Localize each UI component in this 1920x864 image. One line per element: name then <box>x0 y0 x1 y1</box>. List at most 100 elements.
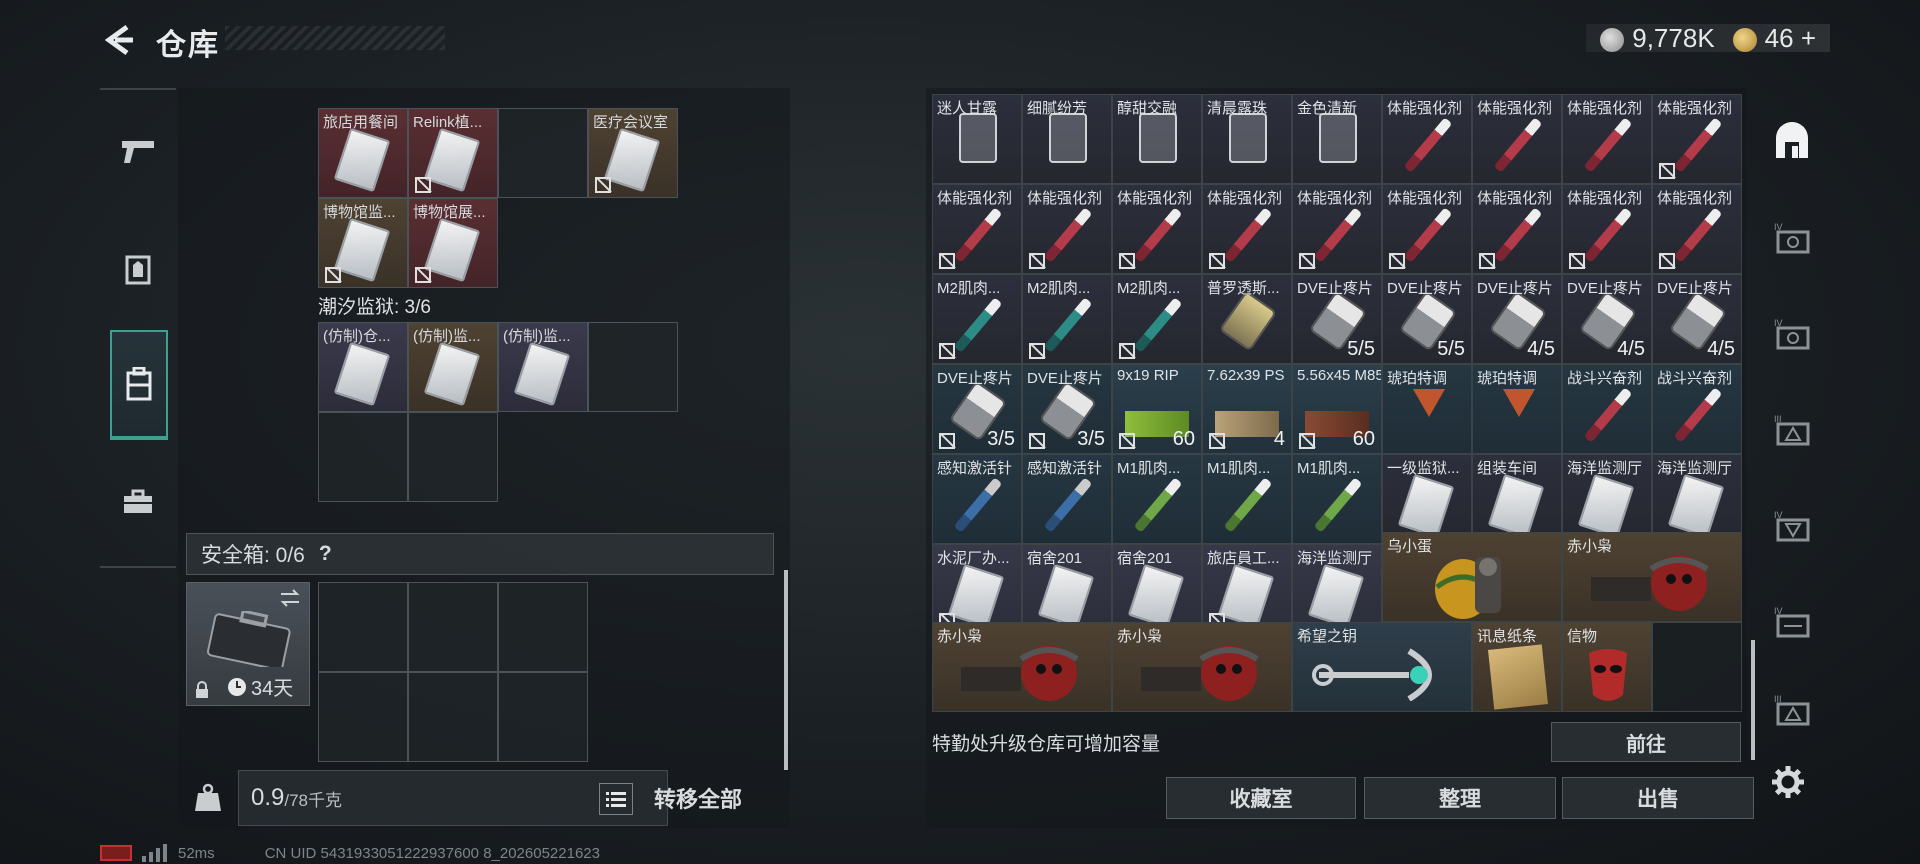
warehouse-item[interactable]: 琥珀特调 <box>1382 364 1472 454</box>
safe-slot[interactable] <box>498 672 588 762</box>
collection-button[interactable]: 收藏室 <box>1166 777 1356 819</box>
warehouse-item[interactable]: 水泥厂办... <box>932 544 1022 634</box>
add-currency-icon[interactable]: + <box>1801 23 1816 53</box>
silver-currency[interactable]: 9,778K <box>1600 23 1715 54</box>
warehouse-item[interactable]: M2肌肉... <box>932 274 1022 364</box>
warehouse-item[interactable]: M2肌肉... <box>1022 274 1112 364</box>
warehouse-item[interactable]: 海洋监测厅 <box>1652 454 1742 544</box>
item-note[interactable]: 讯息纸条 <box>1472 622 1562 712</box>
warehouse-item[interactable]: 宿舍201 <box>1112 544 1202 634</box>
gold-currency[interactable]: 46 + <box>1732 23 1816 54</box>
warehouse-item[interactable]: 体能强化剂 <box>1562 184 1652 274</box>
nav-backpack[interactable] <box>110 330 168 440</box>
warehouse-scrollbar[interactable] <box>1751 640 1755 760</box>
item-egg[interactable]: 乌小蛋 <box>1382 532 1562 622</box>
warehouse-item[interactable]: 体能强化剂 <box>1472 94 1562 184</box>
warehouse-tab-main[interactable] <box>1770 120 1814 164</box>
warehouse-item[interactable]: 体能强化剂 <box>1022 184 1112 274</box>
swap-icon[interactable] <box>279 589 301 607</box>
warehouse-item[interactable]: 琥珀特调 <box>1472 364 1562 454</box>
item-key[interactable]: 希望之钥 <box>1292 622 1472 712</box>
item-owl[interactable]: 赤小枭 <box>1562 532 1742 622</box>
warehouse-item[interactable]: 体能强化剂 <box>1112 184 1202 274</box>
warehouse-item[interactable]: 9x19 RIP 60 <box>1112 364 1202 454</box>
warehouse-item[interactable]: 战斗兴奋剂 <box>1562 364 1652 454</box>
warehouse-item[interactable]: M1肌肉... <box>1202 454 1292 544</box>
inventory-slot[interactable]: (仿制)仓... <box>318 322 408 412</box>
inventory-slot[interactable]: Relink植... <box>408 108 498 198</box>
warehouse-tab-3b[interactable]: III <box>1770 688 1814 732</box>
warehouse-item[interactable]: 海洋监测厅 <box>1562 454 1652 544</box>
warehouse-item[interactable]: 7.62x39 PS 4 <box>1202 364 1292 454</box>
warehouse-item[interactable]: 体能强化剂 <box>1652 184 1742 274</box>
item-owl[interactable]: 赤小枭 <box>1112 622 1292 712</box>
sell-button[interactable]: 出售 <box>1562 777 1754 819</box>
inventory-slot-empty[interactable] <box>588 322 678 412</box>
warehouse-item[interactable]: 体能强化剂 <box>1562 94 1652 184</box>
warehouse-item[interactable]: DVE止疼片 4/5 <box>1562 274 1652 364</box>
warehouse-item[interactable]: 宿舍201 <box>1022 544 1112 634</box>
inventory-slot[interactable]: (仿制)监... <box>498 322 588 412</box>
nav-case[interactable] <box>110 474 166 530</box>
warehouse-tab-4b[interactable]: IV <box>1770 312 1814 356</box>
safe-slot[interactable] <box>498 582 588 672</box>
warehouse-item[interactable]: M2肌肉... <box>1112 274 1202 364</box>
warehouse-item[interactable]: M1肌肉... <box>1292 454 1382 544</box>
settings-button[interactable] <box>1768 762 1808 802</box>
warehouse-item[interactable]: 体能强化剂 <box>1292 184 1382 274</box>
sort-button[interactable]: 整理 <box>1364 777 1556 819</box>
warehouse-tab-3[interactable]: III <box>1770 408 1814 452</box>
warehouse-item[interactable]: 5.56x45 M855 60 <box>1292 364 1382 454</box>
safe-slot[interactable] <box>408 672 498 762</box>
inventory-slot[interactable]: 博物馆监... <box>318 198 408 288</box>
warehouse-item[interactable]: DVE止疼片 4/5 <box>1472 274 1562 364</box>
warehouse-item[interactable]: M1肌肉... <box>1112 454 1202 544</box>
warehouse-item[interactable]: 一级监狱... <box>1382 454 1472 544</box>
nav-armor[interactable] <box>110 242 166 298</box>
warehouse-item[interactable]: 体能强化剂 <box>1652 94 1742 184</box>
warehouse-item[interactable]: DVE止疼片 4/5 <box>1652 274 1742 364</box>
inventory-slot-empty[interactable] <box>498 108 588 198</box>
inventory-slot[interactable]: 医疗会议室 <box>588 108 678 198</box>
warehouse-item[interactable]: DVE止疼片 3/5 <box>932 364 1022 454</box>
warehouse-item[interactable]: 细腻纷芳 <box>1022 94 1112 184</box>
warehouse-slot-empty[interactable] <box>1652 622 1742 712</box>
warehouse-item[interactable]: DVE止疼片 5/5 <box>1292 274 1382 364</box>
transfer-all-button[interactable]: 转移全部 <box>618 770 778 826</box>
nav-weapons[interactable] <box>110 124 166 180</box>
inventory-slot[interactable]: 旅店用餐间 <box>318 108 408 198</box>
left-scrollbar[interactable] <box>784 570 788 770</box>
warehouse-item[interactable]: 金色清新 <box>1292 94 1382 184</box>
inventory-slot-empty[interactable] <box>408 412 498 502</box>
warehouse-item[interactable]: DVE止疼片 3/5 <box>1022 364 1112 454</box>
safe-slot[interactable] <box>408 582 498 672</box>
goto-button[interactable]: 前往 <box>1551 722 1741 762</box>
warehouse-item[interactable]: DVE止疼片 5/5 <box>1382 274 1472 364</box>
item-token[interactable]: 信物 <box>1562 622 1652 712</box>
warehouse-tab-4c[interactable]: IV <box>1770 504 1814 548</box>
warehouse-tab-4a[interactable]: IV <box>1770 216 1814 260</box>
safe-slot[interactable] <box>318 672 408 762</box>
weight-button[interactable] <box>188 778 228 818</box>
help-icon[interactable]: ? <box>319 542 332 566</box>
warehouse-item[interactable]: 旅店員工... <box>1202 544 1292 634</box>
inventory-slot[interactable]: (仿制)监... <box>408 322 498 412</box>
item-owl[interactable]: 赤小枭 <box>932 622 1112 712</box>
warehouse-item[interactable]: 感知激活针 <box>1022 454 1112 544</box>
inventory-slot-empty[interactable] <box>318 412 408 502</box>
warehouse-item[interactable]: 体能强化剂 <box>1202 184 1292 274</box>
warehouse-item[interactable]: 醇甜交融 <box>1112 94 1202 184</box>
safe-box-item[interactable]: 34天 <box>186 582 310 706</box>
back-button[interactable] <box>98 20 138 60</box>
warehouse-item[interactable]: 体能强化剂 <box>1382 184 1472 274</box>
warehouse-item[interactable]: 海洋监测厅 <box>1292 544 1382 634</box>
warehouse-item[interactable]: 组装车间 <box>1472 454 1562 544</box>
inventory-slot[interactable]: 博物馆展... <box>408 198 498 288</box>
warehouse-tab-4d[interactable]: IV <box>1770 600 1814 644</box>
warehouse-item[interactable]: 清晨露珠 <box>1202 94 1292 184</box>
warehouse-item[interactable]: 体能强化剂 <box>1472 184 1562 274</box>
warehouse-item[interactable]: 普罗透斯... <box>1202 274 1292 364</box>
warehouse-item[interactable]: 体能强化剂 <box>932 184 1022 274</box>
warehouse-item[interactable]: 迷人甘露 <box>932 94 1022 184</box>
warehouse-item[interactable]: 感知激活针 <box>932 454 1022 544</box>
